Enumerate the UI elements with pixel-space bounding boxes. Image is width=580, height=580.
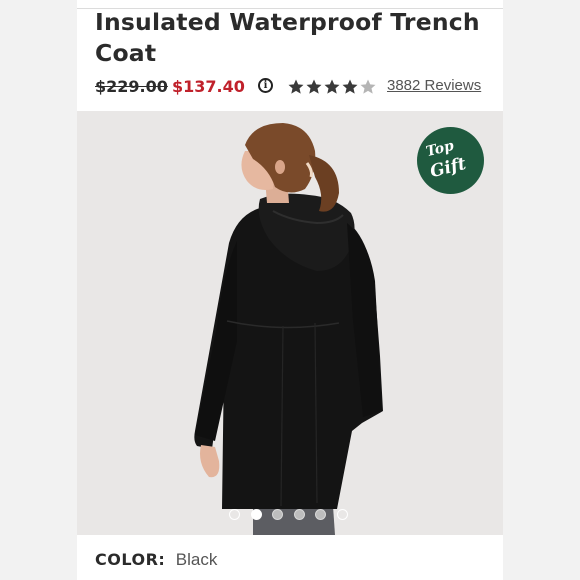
product-image[interactable]: Top Gift [77,111,503,535]
star-filled-icon [306,79,322,94]
reviews-link[interactable]: 3882 Reviews [387,77,481,94]
color-row: COLOR: Black [95,550,217,570]
color-label: COLOR: [95,550,166,569]
carousel-dots [229,509,359,521]
star-filled-icon [288,79,304,94]
rating-stars[interactable] [287,78,377,96]
sale-price: $137.40 [172,77,245,96]
star-filled-icon [324,79,340,94]
carousel-dot[interactable] [272,509,283,520]
top-gift-badge: Top Gift [417,127,484,194]
carousel-dot[interactable] [293,509,305,520]
carousel-dot[interactable] [250,509,262,520]
carousel-dot[interactable] [315,509,326,520]
star-filled-icon [342,79,358,94]
price-row: $229.00 $137.40 i 3882 Reviews [95,77,495,101]
product-title: Insulated Waterproof Trench Coat [95,8,480,67]
original-price: $229.00 [95,77,168,96]
color-value: Black [175,550,218,569]
product-card: Insulated Waterproof Trench Coat $229.00… [77,0,503,580]
carousel-dot[interactable] [336,509,348,520]
star-empty-icon [360,79,376,94]
info-icon[interactable]: i [258,78,273,93]
carousel-dot[interactable] [229,509,240,520]
